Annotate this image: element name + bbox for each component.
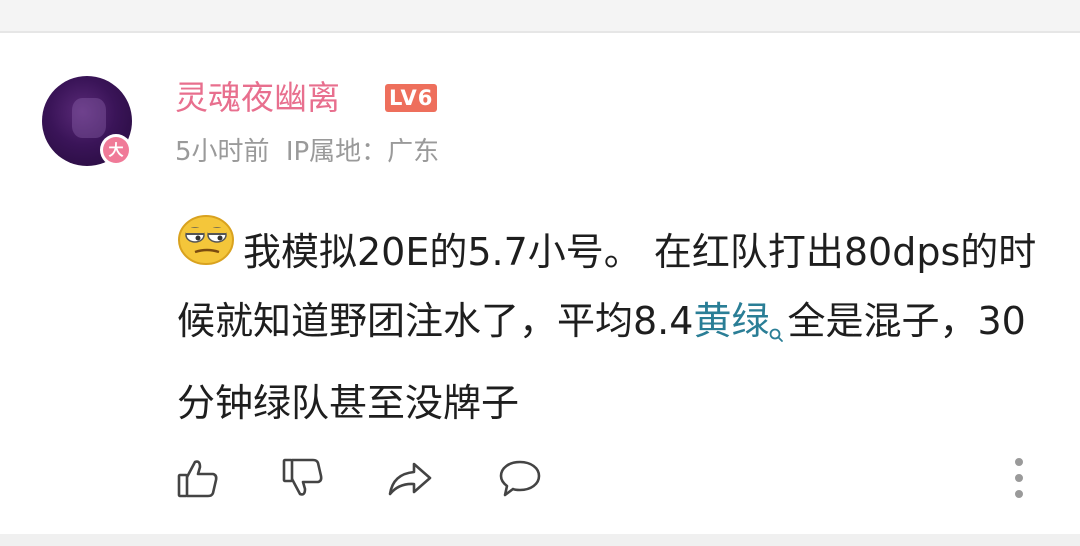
more-vertical-icon [1015, 490, 1023, 498]
comment-icon [499, 460, 541, 497]
more-vertical-icon [1015, 474, 1023, 482]
top-strip [0, 0, 1080, 31]
search-icon[interactable] [769, 301, 785, 369]
reply-button[interactable] [496, 454, 544, 502]
bottom-strip [0, 534, 1080, 546]
level-badge: LV6 [385, 84, 438, 112]
share-button[interactable] [386, 454, 434, 502]
like-button[interactable] [174, 454, 222, 502]
comment-meta: 5小时前 IP属地：广东 [175, 136, 439, 168]
divider [0, 31, 1080, 33]
more-vertical-icon [1015, 458, 1023, 466]
dislike-button[interactable] [279, 454, 327, 502]
ip-location: IP属地：广东 [285, 137, 440, 167]
more-options-button[interactable] [1012, 458, 1026, 498]
avatar-image [72, 98, 106, 138]
username[interactable]: 灵魂夜幽离 [175, 78, 340, 118]
smug-face-emoji-icon [177, 214, 235, 287]
vip-badge: 大 [100, 134, 132, 166]
share-icon [388, 462, 432, 496]
thumbs-up-icon [177, 460, 218, 498]
comment-text: 我模拟20E的5.7小号。 在红队打出80dps的时候就知道野团注水了，平均8.… [177, 215, 1057, 437]
keyword-link[interactable]: 黄绿 [693, 299, 769, 343]
vip-badge-label: 大 [103, 137, 129, 163]
thumbs-down-icon [282, 458, 323, 496]
comment-time: 5小时前 [175, 137, 270, 167]
